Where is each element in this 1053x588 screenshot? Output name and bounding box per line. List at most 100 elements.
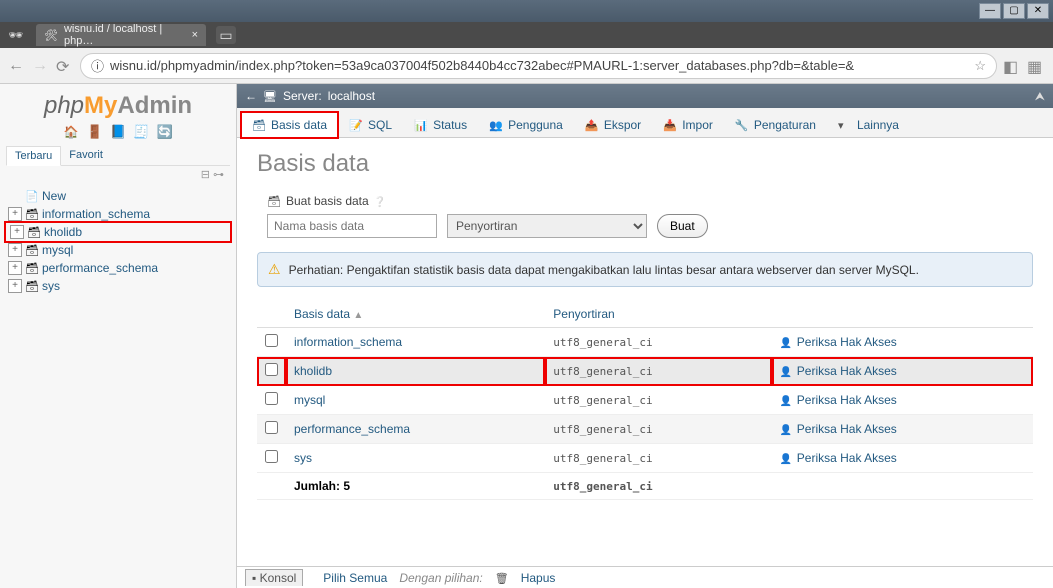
sum-collation: utf8_general_ci [545, 473, 771, 500]
database-table: Basis data ▲ Penyortiran information_sch… [257, 301, 1033, 500]
check-privileges-link[interactable]: Periksa Hak Akses [797, 364, 897, 378]
console-toggle[interactable]: ▪ Konsol [245, 569, 303, 586]
browser-tab[interactable]: 🛠 wisnu.id / localhost | php… × [36, 24, 206, 46]
sidebar: phpMyAdmin 🚪 📘 🧾 🔄 Terbaru Favorit ⊟ ⊶ N… [0, 84, 237, 588]
check-privileges-link[interactable]: Periksa Hak Akses [797, 393, 897, 407]
create-db-label: Buat basis data [286, 194, 369, 208]
create-button[interactable]: Buat [657, 214, 708, 238]
delete-link[interactable]: Hapus [521, 571, 556, 585]
tab-more[interactable]: Lainnya [827, 112, 910, 137]
database-icon [25, 207, 39, 221]
privileges-icon [780, 337, 794, 349]
tree-item[interactable]: + mysql [6, 241, 230, 259]
bookmark-star-icon[interactable]: ☆ [974, 58, 986, 74]
logout-icon[interactable]: 🚪 [87, 124, 103, 140]
db-link[interactable]: mysql [294, 393, 325, 407]
tab-close-icon[interactable]: × [192, 29, 198, 41]
expand-icon[interactable]: + [10, 225, 24, 239]
tab-export[interactable]: Ekspor [574, 112, 652, 137]
col-database[interactable]: Basis data ▲ [286, 301, 545, 328]
back-button[interactable]: ← [8, 57, 26, 75]
browser-tabstrip: 🕶 🛠 wisnu.id / localhost | php… × ▭ [0, 22, 1053, 48]
main-tabs: Basis data SQL Status Pengguna Ekspor Im… [237, 108, 1053, 138]
db-link[interactable]: performance_schema [294, 422, 410, 436]
expand-icon[interactable]: + [8, 261, 22, 275]
tab-import[interactable]: Impor [652, 112, 724, 137]
extension-icon-2[interactable]: ▦ [1027, 57, 1045, 75]
sort-asc-icon: ▲ [353, 310, 363, 321]
footer-bar: ▪ Konsol Pilih Semua Dengan pilihan: Hap… [237, 566, 1053, 588]
reload-button[interactable]: ⟳ [56, 57, 74, 75]
new-tab-button[interactable]: ▭ [216, 26, 236, 44]
expand-icon[interactable]: + [8, 279, 22, 293]
tab-sql[interactable]: SQL [338, 112, 403, 137]
db-link[interactable]: information_schema [294, 335, 402, 349]
tree-item[interactable]: + sys [6, 277, 230, 295]
phpmyadmin-logo[interactable]: phpMyAdmin [6, 88, 230, 122]
tab-status[interactable]: Status [403, 112, 478, 137]
sidebar-quicklinks: 🚪 📘 🧾 🔄 [6, 122, 230, 146]
table-summary-row: Jumlah: 5 utf8_general_ci [257, 473, 1033, 500]
col-collation[interactable]: Penyortiran [545, 301, 771, 328]
sum-label: Jumlah: 5 [286, 473, 545, 500]
collation-value: utf8_general_ci [545, 444, 771, 473]
notice-text: Perhatian: Pengaktifan statistik basis d… [289, 263, 919, 277]
database-icon [252, 118, 266, 132]
tab-favorite[interactable]: Favorit [61, 146, 111, 165]
expand-icon[interactable]: + [8, 243, 22, 257]
with-selected-label: Dengan pilihan: [399, 571, 482, 585]
nav-collapse-icon[interactable]: ← [245, 89, 257, 103]
row-checkbox[interactable] [265, 392, 278, 405]
trash-icon [495, 571, 509, 585]
db-name-input[interactable] [267, 214, 437, 238]
content-area: Basis data Buat basis data Penyortiran B… [237, 138, 1053, 566]
info-icon[interactable]: ⓘ [91, 56, 104, 75]
close-window-button[interactable]: ✕ [1027, 3, 1049, 19]
tab-users[interactable]: Pengguna [478, 112, 574, 137]
chevron-down-icon [838, 118, 852, 132]
tab-databases[interactable]: Basis data [241, 112, 338, 138]
home-icon[interactable] [63, 124, 79, 140]
check-privileges-link[interactable]: Periksa Hak Akses [797, 422, 897, 436]
check-privileges-link[interactable]: Periksa Hak Akses [797, 451, 897, 465]
sql-icon [349, 118, 363, 132]
reload-nav-icon[interactable]: 🔄 [157, 124, 173, 140]
sql-query-icon[interactable]: 🧾 [133, 124, 149, 140]
favicon-icon: 🛠 [44, 29, 58, 42]
collation-select[interactable]: Penyortiran [447, 214, 647, 238]
browser-toolbar: ← → ⟳ ⓘ wisnu.id/phpmyadmin/index.php?to… [0, 48, 1053, 84]
tree-item-highlighted[interactable]: + kholidb [8, 223, 228, 241]
row-checkbox[interactable] [265, 450, 278, 463]
tree-new[interactable]: New [6, 187, 230, 205]
tab-title: wisnu.id / localhost | php… [64, 23, 182, 47]
check-privileges-link[interactable]: Periksa Hak Akses [797, 335, 897, 349]
tree-item[interactable]: + performance_schema [6, 259, 230, 277]
tab-settings[interactable]: Pengaturan [724, 112, 827, 137]
help-icon[interactable] [374, 194, 386, 208]
export-icon [585, 118, 599, 132]
collapse-all-icon[interactable]: ⊟ ⊶ [6, 166, 230, 183]
row-checkbox[interactable] [265, 363, 278, 376]
expand-icon[interactable]: + [8, 207, 22, 221]
maximize-button[interactable]: ▢ [1003, 3, 1025, 19]
users-icon [489, 118, 503, 132]
scroll-top-icon[interactable]: ⮝ [1035, 89, 1045, 104]
collation-value: utf8_general_ci [545, 415, 771, 444]
url-text: wisnu.id/phpmyadmin/index.php?token=53a9… [110, 58, 968, 73]
server-icon [263, 89, 277, 103]
row-checkbox[interactable] [265, 334, 278, 347]
forward-button[interactable]: → [32, 57, 50, 75]
docs-icon[interactable]: 📘 [110, 124, 126, 140]
address-bar[interactable]: ⓘ wisnu.id/phpmyadmin/index.php?token=53… [80, 53, 997, 79]
tab-recent[interactable]: Terbaru [6, 146, 61, 166]
database-icon [25, 261, 39, 275]
breadcrumb-server-name[interactable]: localhost [328, 89, 375, 103]
minimize-button[interactable]: — [979, 3, 1001, 19]
row-checkbox[interactable] [265, 421, 278, 434]
history-tabs: Terbaru Favorit [6, 146, 230, 166]
db-link[interactable]: sys [294, 451, 312, 465]
select-all-link[interactable]: Pilih Semua [323, 571, 387, 585]
db-link[interactable]: kholidb [294, 364, 332, 378]
collation-value: utf8_general_ci [545, 357, 771, 386]
extension-icon[interactable]: ◧ [1003, 57, 1021, 75]
